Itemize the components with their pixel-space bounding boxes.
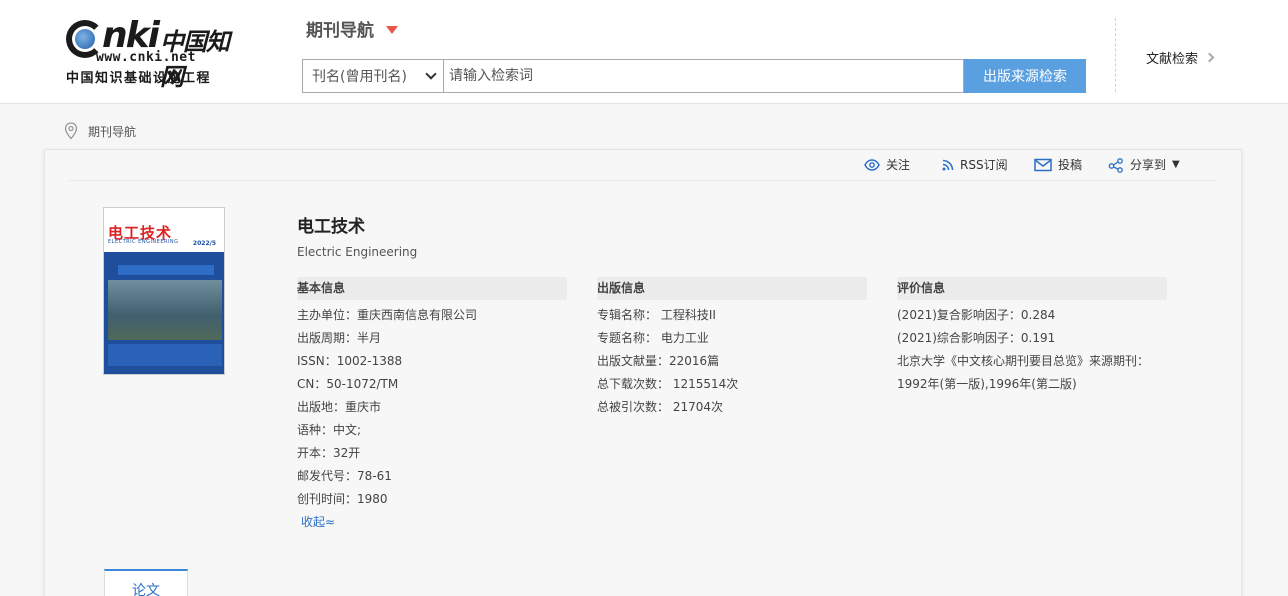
collapse-link[interactable]: 收起≈ [297,511,567,534]
info-row-downloads: 总下载次数： 1215514次 [597,377,739,391]
rss-label: RSS订阅 [960,158,1008,172]
follow-label: 关注 [886,158,911,172]
rss-icon [942,159,954,170]
info-row-format: 开本：32开 [297,446,361,460]
search-bar: 刊名(曾用刊名) 出版来源检索 [302,59,1086,93]
journal-title: 电工技术 [297,217,365,237]
info-row-issn: ISSN：1002-1388 [297,354,403,368]
cover-photo [108,280,222,340]
share-icon [1108,157,1123,173]
journal-nav-label: 期刊导航 [306,21,374,41]
info-row-place: 出版地：重庆市 [297,400,382,414]
breadcrumb-item[interactable]: 期刊导航 [88,123,136,140]
cover-banner [118,265,214,275]
globe-icon [75,29,95,49]
tab-papers[interactable]: 论文 [104,569,188,596]
journal-toolbar: 关注 RSS订阅 投稿 分享到 ▼ [69,150,1217,181]
info-row-founded: 创刊时间：1980 [297,492,388,506]
publish-info-heading: 出版信息 [597,277,867,300]
cover-issue: 2022/5 [192,240,216,247]
info-row-cn: CN：50-1072/TM [297,377,399,391]
caret-down-icon [386,26,398,34]
cover-footer-strip [108,344,222,366]
info-row-topic: 专题名称： 电力工业 [597,331,709,345]
location-pin-icon [64,122,78,140]
literature-search-link[interactable]: 文献检索 [1146,48,1215,67]
info-row-sponsor: 主办单位：重庆西南信息有限公司 [297,308,478,322]
follow-button[interactable]: 关注 [864,156,910,173]
info-row-frequency: 出版周期：半月 [297,331,382,345]
info-row-citations: 总被引次数： 21704次 [597,400,723,414]
info-row-composite-if: (2021)复合影响因子：0.284 [897,308,1056,322]
evaluation-info-heading: 评价信息 [897,277,1167,300]
literature-search-label: 文献检索 [1146,52,1199,67]
journal-nav-dropdown[interactable]: 期刊导航 [306,16,398,41]
logo-subtitle: 中国知识基础设施工程 [66,71,212,86]
evaluation-info-section: 评价信息 (2021)复合影响因子：0.284 (2021)综合影响因子：0.1… [897,277,1167,396]
search-input[interactable] [444,59,964,93]
envelope-icon [1034,158,1052,171]
search-field-select[interactable]: 刊名(曾用刊名) [302,59,444,93]
basic-info-section: 基本信息 主办单位：重庆西南信息有限公司 出版周期：半月 ISSN：1002-1… [297,277,567,534]
info-row-language: 语种：中文; [297,423,362,437]
cnki-logo[interactable]: nki 中国知网 www.cnki.net 中国知识基础设施工程 [66,15,250,91]
submit-manuscript-label: 投稿 [1058,158,1083,172]
cover-subtitle: ELECTRIC ENGINEERING [108,239,179,245]
chevron-down-icon [425,68,437,80]
logo-url: www.cnki.net [96,50,196,65]
info-row-comprehensive-if: (2021)综合影响因子：0.191 [897,331,1056,345]
cover-header: 电工技术 ELECTRIC ENGINEERING 2022/5 [104,208,224,252]
submit-manuscript-button[interactable]: 投稿 [1034,156,1082,173]
logo-mark: nki 中国知网 www.cnki.net [66,15,250,91]
search-field-selected: 刊名(曾用刊名) [312,69,407,85]
breadcrumb: 期刊导航 [64,122,136,140]
basic-info-heading: 基本信息 [297,277,567,300]
info-row-core-journal: 北京大学《中文核心期刊要目总览》来源期刊： [897,354,1150,368]
journal-cover-image: 电工技术 ELECTRIC ENGINEERING 2022/5 [103,207,225,375]
source-search-button[interactable]: 出版来源检索 [964,59,1086,93]
publish-info-section: 出版信息 专辑名称： 工程科技II 专题名称： 电力工业 出版文献量：22016… [597,277,867,419]
share-label: 分享到 [1130,158,1167,172]
info-row-article-count: 出版文献量：22016篇 [597,354,720,368]
rss-button[interactable]: RSS订阅 [942,156,1008,173]
eye-icon [864,158,880,171]
journal-title-en: Electric Engineering [297,245,418,259]
site-header: nki 中国知网 www.cnki.net 中国知识基础设施工程 期刊导航 刊名… [0,0,1288,104]
info-row-album: 专辑名称： 工程科技II [597,308,716,322]
caret-down-icon: ▼ [1172,159,1180,170]
chevron-right-icon [1204,52,1215,63]
journal-detail-card: 关注 RSS订阅 投稿 分享到 ▼ 电工技术 ELECTRIC ENGINEER… [44,149,1242,596]
header-divider [1115,18,1116,92]
share-dropdown[interactable]: 分享到 ▼ [1108,156,1180,173]
info-row-postal-code: 邮发代号：78-61 [297,469,392,483]
cover-body [104,252,224,374]
info-row-core-journal-editions: 1992年(第一版),1996年(第二版) [897,377,1077,391]
